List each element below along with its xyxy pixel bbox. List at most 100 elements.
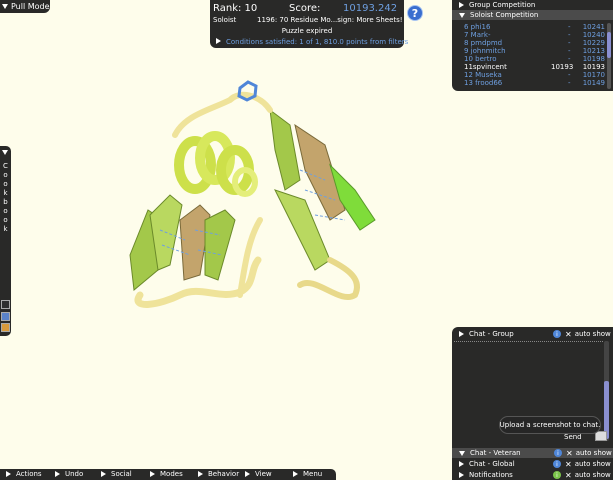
protein-viewport[interactable] — [100, 70, 400, 320]
leaderboard-scrollbar[interactable] — [607, 23, 611, 89]
player-name: 13 frood66 — [464, 79, 503, 87]
recipe-folder-icon[interactable] — [1, 323, 10, 332]
conditions-toggle[interactable]: Conditions satisfied: 1 of 1, 810.0 poin… — [216, 38, 408, 46]
auto-show-toggle[interactable]: auto show — [575, 330, 611, 338]
leaderboard-row-self[interactable]: 11spvincent 10193 10193 — [452, 63, 605, 71]
expand-arrow-icon — [101, 471, 106, 477]
alpha-helix — [174, 131, 258, 197]
chat-veteran-header[interactable]: Chat - Veteran i ✕ auto show — [452, 448, 613, 458]
player-dash: - — [568, 39, 571, 47]
close-icon[interactable]: ✕ — [565, 460, 572, 469]
auto-show-toggle[interactable]: auto show — [576, 449, 612, 457]
leaderboard-list: 6 phi16 - 10241 7 Mark- - 10240 8 pmdpmd… — [452, 23, 605, 87]
player-score: 10241 — [582, 23, 605, 31]
collapse-arrow-icon — [2, 150, 8, 155]
close-icon[interactable]: ✕ — [566, 449, 573, 458]
scrollbar-thumb[interactable] — [607, 32, 611, 58]
menu-view[interactable]: View — [245, 470, 272, 478]
soloist-competition-label: Soloist Competition — [470, 11, 539, 19]
player-score: 10198 — [582, 55, 605, 63]
expand-arrow-icon — [55, 471, 60, 477]
info-icon[interactable]: i — [553, 330, 561, 338]
beta-sheet — [204, 209, 236, 281]
notifications-label: Notifications — [469, 471, 513, 479]
leaderboard-row[interactable]: 9 johnmitch - 10213 — [452, 47, 605, 55]
screenshot-tooltip: Upload a screenshot to chat. — [499, 416, 601, 434]
cookbook-panel[interactable]: C o o k b o o k — [0, 146, 11, 336]
menu-undo-label: Undo — [65, 470, 84, 478]
rank-text: Rank: 10 — [213, 3, 258, 14]
notifications-header[interactable]: Notifications i ✕ auto show — [452, 470, 613, 480]
info-icon[interactable]: i — [554, 449, 562, 457]
menu-social-label: Social — [111, 470, 132, 478]
score-label: Score: — [289, 3, 321, 14]
chevron-down-icon — [2, 4, 8, 9]
player-dash: - — [568, 31, 571, 39]
player-dash: - — [568, 23, 571, 31]
score-panel: Rank: 10 Score: 10193.242 Soloist 1196: … — [210, 0, 408, 48]
score-value: 10193.242 — [343, 3, 398, 14]
menu-actions[interactable]: Actions — [6, 470, 42, 478]
beta-sheet — [269, 108, 301, 191]
expand-arrow-icon — [150, 471, 155, 477]
expand-arrow-icon — [293, 471, 298, 477]
cookbook-letter: C — [3, 162, 8, 170]
menu-undo[interactable]: Undo — [55, 470, 83, 478]
leaderboard-row[interactable]: 8 pmdpmd - 10229 — [452, 39, 605, 47]
cookbook-letter: o — [3, 171, 8, 179]
player-score: 10149 — [582, 79, 605, 87]
close-icon[interactable]: ✕ — [565, 471, 572, 480]
leaderboard-row[interactable]: 12 Museka - 10170 — [452, 71, 605, 79]
loop-backbone — [297, 257, 360, 300]
cookbook-label: C o o k b o o k — [2, 162, 9, 234]
menu-modes-label: Modes — [160, 470, 183, 478]
player-score: 10240 — [582, 31, 605, 39]
chat-scrollbar[interactable] — [604, 341, 609, 441]
cookbook-letter: o — [3, 180, 8, 188]
menu-behavior[interactable]: Behavior — [198, 470, 239, 478]
player-dash: - — [568, 79, 571, 87]
bottom-menu-bar: Actions Undo Social Modes Behavior View … — [0, 469, 336, 480]
pull-mode-button[interactable]: Pull Mode — [0, 0, 50, 13]
player-score: 10213 — [582, 47, 605, 55]
menu-menu[interactable]: Menu — [293, 470, 322, 478]
close-icon[interactable]: ✕ — [565, 330, 572, 339]
cookbook-letter: b — [3, 198, 8, 206]
player-name: 9 johnmitch — [464, 47, 506, 55]
recipe-editor-icon[interactable] — [1, 312, 10, 321]
player-dash: - — [568, 47, 571, 55]
menu-actions-label: Actions — [16, 470, 42, 478]
soloist-competition-header[interactable]: Soloist Competition — [452, 10, 613, 20]
player-score: 10170 — [582, 71, 605, 79]
player-name: 6 phi16 — [464, 23, 491, 31]
puzzle-title: 1196: 70 Residue Mo...sign: More Sheets! — [257, 16, 403, 24]
leaderboard-row[interactable]: 6 phi16 - 10241 — [452, 23, 605, 31]
chat-global-header[interactable]: Chat - Global i ✕ auto show — [452, 459, 613, 469]
collapse-arrow-icon — [459, 450, 465, 456]
chat-group-header[interactable]: Chat - Group i ✕ auto show — [452, 329, 613, 339]
help-button[interactable]: ? — [407, 5, 423, 21]
info-icon[interactable]: i — [553, 471, 561, 479]
send-button[interactable]: Send — [564, 433, 582, 441]
leaderboard-row[interactable]: 13 frood66 - 10149 — [452, 79, 605, 87]
leaderboard-row[interactable]: 10 bertro - 10198 — [452, 55, 605, 63]
expand-arrow-icon — [459, 461, 464, 467]
leaderboard-row[interactable]: 7 Mark- - 10240 — [452, 31, 605, 39]
menu-social[interactable]: Social — [101, 470, 132, 478]
chat-global-label: Chat - Global — [469, 460, 515, 468]
expand-arrow-icon — [216, 38, 221, 44]
player-name: 11spvincent — [464, 63, 507, 71]
soloist-label: Soloist — [213, 16, 237, 24]
recipe-icon[interactable] — [1, 300, 10, 309]
info-icon[interactable]: i — [553, 460, 561, 468]
expand-arrow-icon — [245, 471, 250, 477]
group-competition-header[interactable]: Group Competition — [452, 0, 613, 10]
player-name: 7 Mark- — [464, 31, 491, 39]
auto-show-toggle[interactable]: auto show — [575, 471, 611, 479]
chat-group-label: Chat - Group — [469, 330, 514, 338]
menu-modes[interactable]: Modes — [150, 470, 183, 478]
menu-view-label: View — [255, 470, 272, 478]
collapse-arrow-icon — [459, 12, 465, 18]
menu-menu-label: Menu — [303, 470, 323, 478]
auto-show-toggle[interactable]: auto show — [575, 460, 611, 468]
